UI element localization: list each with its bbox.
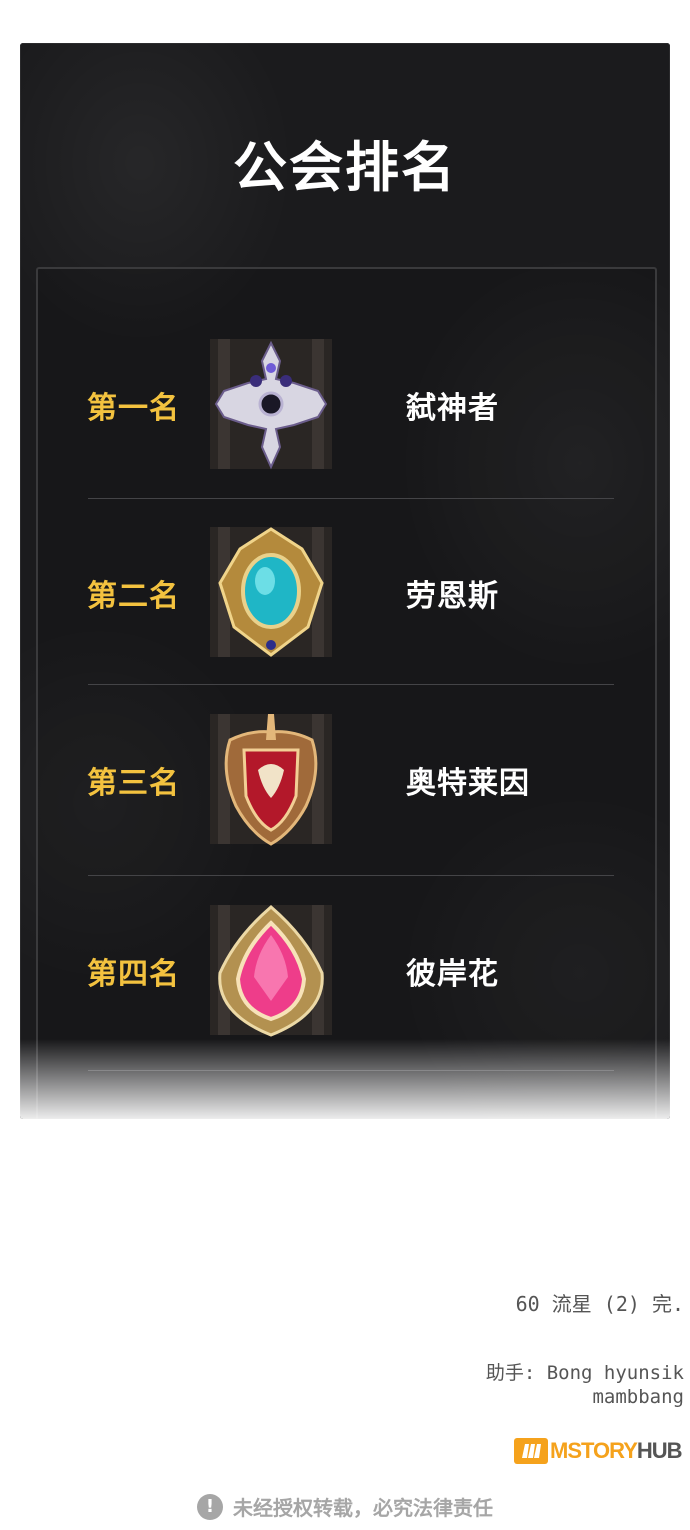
- warning-text: 未经授权转载，必究法律责任: [233, 1496, 493, 1520]
- row-divider: [88, 498, 614, 499]
- logo-text-suffix: HUB: [636, 1438, 683, 1463]
- copyright-warning: ! 未经授权转载，必究法律责任: [0, 1492, 690, 1521]
- logo-mark-icon: [514, 1438, 548, 1464]
- chapter-label: 60 流星 (2) 完.: [515, 1292, 684, 1316]
- guild-name: 劳恩斯: [406, 579, 499, 614]
- cross-emblem-icon: [210, 335, 332, 473]
- logo-text-main: MSTORY: [550, 1438, 638, 1463]
- guild-name: 奥特莱因: [406, 766, 530, 801]
- ranking-row-2: 第二名 劳恩斯: [20, 523, 670, 663]
- ranking-row-4: 第四名 彼岸花: [20, 901, 670, 1041]
- ranking-row-1: 第一名 弑神者: [20, 335, 670, 475]
- ranking-row-3: 第三名 奥特莱因: [20, 710, 670, 850]
- rank-label: 第一名: [87, 391, 180, 426]
- assistant-credit-name: mambbang: [592, 1386, 684, 1408]
- rank-label: 第二名: [87, 579, 180, 614]
- lion-shield-emblem-icon: [210, 710, 332, 848]
- exclamation-icon: !: [197, 1493, 223, 1520]
- panel-title: 公会排名: [233, 136, 457, 199]
- guild-name: 弑神者: [406, 391, 499, 426]
- assistant-credit: 助手: Bong hyunsik: [485, 1362, 684, 1384]
- pink-gem-emblem-icon: [210, 901, 332, 1039]
- guild-name: 彼岸花: [406, 957, 499, 992]
- blue-gem-emblem-icon: [210, 523, 332, 661]
- row-divider: [88, 875, 614, 876]
- rank-label: 第三名: [87, 766, 180, 801]
- row-divider: [88, 684, 614, 685]
- panel-fade: [20, 1039, 670, 1119]
- ranking-panel: 公会排名 第一名 弑神者 第二名 劳恩斯 第三名 奥特莱因 第四名 彼岸花: [20, 43, 670, 1119]
- rank-label: 第四名: [87, 957, 180, 992]
- mstoryhub-logo: MSTORYHUB: [514, 1438, 683, 1464]
